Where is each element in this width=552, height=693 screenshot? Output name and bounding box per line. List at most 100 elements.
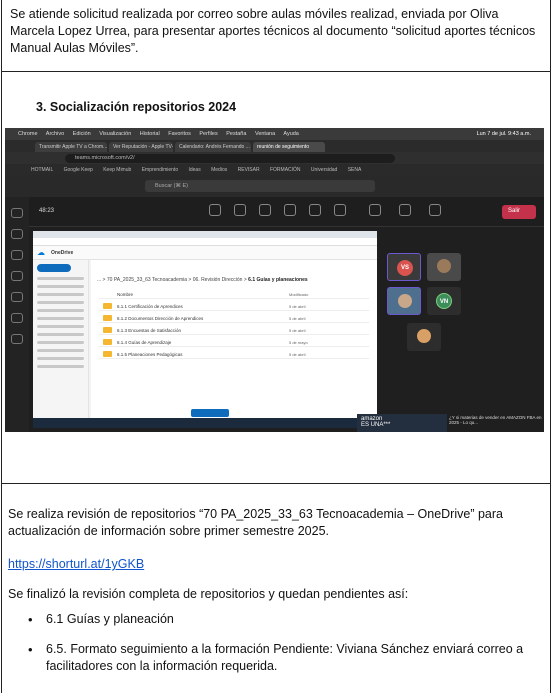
ad-text: ¿Y si materias de vender en AMAZON FBA e… [449, 415, 542, 425]
section-heading: 3. Socialización repositorios 2024 [36, 100, 237, 114]
repository-link-text[interactable]: https://shorturl.at/1yGKB [8, 557, 144, 571]
folder-icon [103, 315, 112, 321]
table-cell-intro: Se atiende solicitud realizada por corre… [1, 0, 551, 72]
column-modified: Modificado [289, 292, 309, 297]
onedrive-header: ☁ OneDrive [33, 246, 377, 260]
embedded-screenshot: Chrome Archivo Edición Visualización His… [5, 128, 544, 432]
participant-tile [387, 287, 421, 315]
column-name: Nombre [117, 292, 134, 297]
share-icon [429, 204, 441, 216]
folder-icon [103, 339, 112, 345]
breadcrumb-current: 6.1 Guías y planeaciones [248, 277, 308, 283]
breadcrumb: ... > 70 PA_2025_33_63 Tecnoacademia > 0… [97, 277, 308, 283]
bookmark: SENA [347, 167, 362, 173]
folder-row: 6.1.5 Planeaciones Pedagógicas 5 de abri… [99, 350, 369, 359]
camera-icon [369, 204, 381, 216]
bookmarks-bar: HOTMAIL Google Keep Keep Mimub Emprendim… [5, 164, 544, 175]
meeting-timer: 48:23 [39, 208, 55, 214]
folder-row: 6.1.4 Guías de Aprendizaje 5 de mayo [99, 338, 369, 347]
chat-icon [11, 229, 23, 239]
file-list-header: Nombre Modificado [99, 290, 369, 299]
mac-menu-bar: Chrome Archivo Edición Visualización His… [5, 128, 544, 140]
react-icon [284, 204, 296, 216]
folder-row: 6.1.1 Certificación de Aprendices 5 de a… [99, 302, 369, 311]
teams-icon [11, 271, 23, 281]
participant-tile [407, 323, 441, 351]
folder-date: 5 de abril [289, 328, 306, 333]
onedrive-app-name: OneDrive [51, 250, 74, 256]
menu-item: Visualización [99, 131, 132, 137]
leave-button: Salir [502, 205, 536, 219]
breadcrumb-path: ... > 70 PA_2025_33_63 Tecnoacademia > 0… [97, 277, 247, 283]
onedrive-main: ... > 70 PA_2025_33_63 Tecnoacademia > 0… [91, 260, 377, 425]
document-page: Se atiende solicitud realizada por corre… [0, 0, 552, 693]
folder-icon [103, 303, 112, 309]
menu-item: Favoritos [168, 131, 191, 137]
shared-taskbar [33, 418, 377, 428]
participant-tile: VS [387, 253, 421, 281]
bookmark: REVISAR [237, 167, 260, 173]
folder-name: 6.1.2 Documentos Dirección de Aprendices [117, 316, 204, 321]
create-button [37, 264, 71, 272]
sidebar-item [37, 293, 84, 296]
menu-item: Pestaña [226, 131, 247, 137]
sidebar-item [37, 317, 84, 320]
menu-item: Chrome [18, 131, 38, 137]
people-icon [234, 204, 246, 216]
sidebar-item [37, 325, 84, 328]
ad-banner: amazon ES UNA*** [357, 414, 447, 432]
folder-name: 6.1.1 Certificación de Aprendices [117, 304, 183, 309]
teams-app-bar [5, 197, 29, 432]
menu-item: Ventana [254, 131, 276, 137]
view-icon [309, 204, 321, 216]
bookmark: Medios [211, 167, 228, 173]
sidebar-item [37, 349, 84, 352]
avatar [417, 329, 431, 343]
bookmark: Universidad [310, 167, 338, 173]
folder-date: 5 de abril [289, 304, 306, 309]
folder-name: 6.1.5 Planeaciones Pedagógicas [117, 352, 183, 357]
sidebar-item [37, 309, 84, 312]
calls-icon [11, 250, 23, 260]
avatar [398, 294, 412, 308]
browser-tab: Ver Reputación - Apple TV+ [109, 142, 173, 152]
folder-name: 6.1.4 Guías de Aprendizaje [117, 340, 172, 345]
menu-item: Archivo [45, 131, 65, 137]
pending-list: 6.1 Guías y planeación 6.5. Formato segu… [28, 611, 538, 675]
video-grid: VS VN [385, 231, 540, 411]
onedrive-logo-icon: ☁ [37, 248, 45, 257]
menu-item: Perfiles [199, 131, 218, 137]
sidebar-item [37, 357, 84, 360]
avatar: VS [397, 260, 413, 276]
browser-tab: Calendario: Andrés Fernando ... [175, 142, 251, 152]
sidebar-item [37, 301, 84, 304]
bookmark: HOTMAIL [31, 167, 54, 173]
list-item: 6.5. Formato seguimiento a la formación … [28, 641, 538, 675]
shared-screen: ☁ OneDrive ... > 70 PA_2025_33_63 Tecnoa… [33, 231, 377, 425]
menu-item: Historial [139, 131, 160, 137]
calendar-icon [11, 292, 23, 302]
browser-tab: Transmitir Apple TV a Chrom... [35, 142, 107, 152]
repository-link[interactable]: https://shorturl.at/1yGKB [8, 556, 144, 573]
sidebar-item [37, 365, 84, 368]
list-item: 6.1 Guías y planeación [28, 611, 538, 628]
review-paragraph: Se realiza revisión de repositorios “70 … [8, 507, 503, 538]
sidebar-item [37, 285, 84, 288]
meeting-controls: 48:23 Salir [29, 197, 544, 227]
participant-tile: VN [427, 287, 461, 315]
folder-icon [103, 351, 112, 357]
bookmark: FORMACIÓN [269, 167, 301, 173]
raise-hand-icon [259, 204, 271, 216]
menu-item: Edición [72, 131, 91, 137]
mic-icon [399, 204, 411, 216]
avatar: VN [436, 293, 452, 309]
folder-row: 6.1.2 Documentos Dirección de Aprendices… [99, 314, 369, 323]
sidebar-item [37, 333, 84, 336]
apps-icon [11, 334, 23, 344]
intro-paragraph: Se atiende solicitud realizada por corre… [10, 7, 536, 55]
onedrive-sidebar [33, 260, 89, 425]
copy-button [191, 409, 229, 417]
folder-date: 5 de abril [289, 316, 306, 321]
activity-icon [11, 208, 23, 218]
url-bar: teams.microsoft.com/v2/ [5, 152, 544, 164]
